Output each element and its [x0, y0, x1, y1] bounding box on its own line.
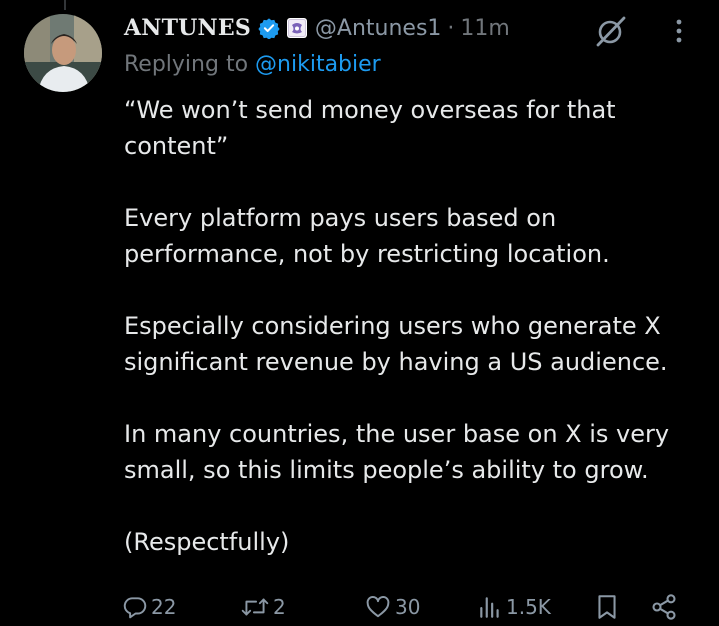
tweet-paragraph: (Respectfully) [124, 528, 290, 556]
like-count: 30 [395, 595, 421, 619]
replying-to-line: Replying to @nikitabier [124, 52, 381, 77]
tweet-text: “We won’t send money overseas for that c… [124, 92, 704, 596]
avatar-photo [24, 14, 102, 92]
replying-to-mention[interactable]: @nikitabier [255, 52, 381, 77]
repost-icon [241, 598, 269, 616]
tweet-paragraph: “We won’t send money overseas for that c… [124, 96, 616, 160]
grok-icon[interactable] [594, 14, 628, 48]
heart-icon [366, 596, 390, 618]
author-handle[interactable]: @Antunes1 [315, 16, 442, 41]
verified-check-icon [258, 17, 280, 40]
tweet-paragraph: In many countries, the user base on X is… [124, 420, 670, 484]
tweet-header: ANTUNES @Antunes1 · 11m [124, 10, 510, 46]
views-chart-icon [480, 597, 499, 618]
separator-dot: · [447, 15, 455, 41]
bookmark-button[interactable] [595, 590, 619, 624]
reply-button[interactable]: 22 [122, 590, 176, 624]
views-button[interactable]: 1.5K [477, 590, 551, 624]
timestamp[interactable]: 11m [460, 16, 509, 41]
author-display-name[interactable]: ANTUNES [124, 15, 251, 41]
more-vertical-icon[interactable] [672, 16, 686, 46]
bookmark-icon [598, 595, 616, 619]
views-count: 1.5K [506, 595, 551, 619]
reply-icon [123, 597, 147, 619]
repost-button[interactable]: 2 [240, 590, 286, 624]
tweet-action-bar: 22 2 30 1.5K [122, 590, 692, 624]
reply-count: 22 [151, 595, 177, 619]
share-button[interactable] [650, 590, 678, 624]
like-button[interactable]: 30 [364, 590, 420, 624]
thread-connector-line [64, 0, 66, 10]
share-icon [652, 594, 676, 620]
replying-to-label: Replying to [124, 52, 256, 77]
tweet-paragraph: Especially considering users who generat… [124, 312, 668, 376]
avatar[interactable] [24, 14, 102, 92]
affiliate-badge-icon[interactable] [286, 17, 308, 39]
repost-count: 2 [273, 595, 286, 619]
tweet-paragraph: Every platform pays users based on perfo… [124, 204, 610, 268]
